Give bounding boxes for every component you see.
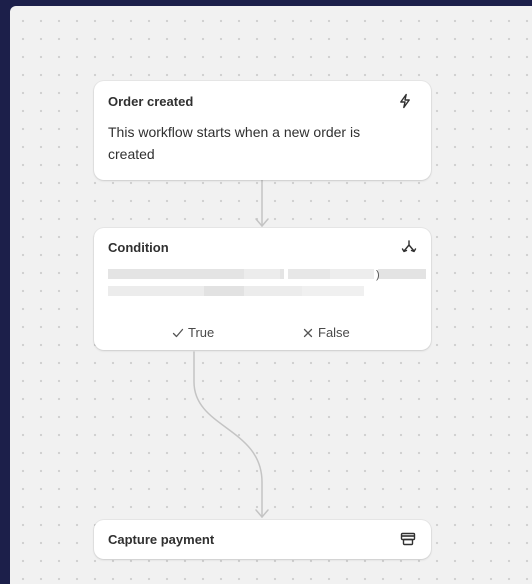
checkmark-icon (172, 328, 184, 337)
trigger-card-order-created[interactable]: Order created This workflow starts when … (94, 81, 431, 180)
branch-false: False (302, 325, 350, 340)
branch-true: True (172, 325, 214, 340)
trigger-description: This workflow starts when a new order is… (108, 124, 361, 162)
credit-card-icon (400, 532, 416, 546)
action-title: Capture payment (108, 532, 215, 547)
condition-trailing-char: ) (376, 269, 380, 281)
condition-title: Condition (108, 240, 169, 255)
lightning-bolt-icon (400, 93, 410, 109)
branch-true-label: True (188, 325, 215, 340)
action-card-capture-payment[interactable]: Capture payment (94, 520, 431, 559)
trigger-title: Order created (108, 94, 194, 109)
branch-false-label: False (318, 325, 350, 340)
condition-card[interactable]: Condition ) True False (94, 228, 431, 350)
branch-fork-icon (401, 240, 417, 253)
x-icon (303, 328, 313, 337)
